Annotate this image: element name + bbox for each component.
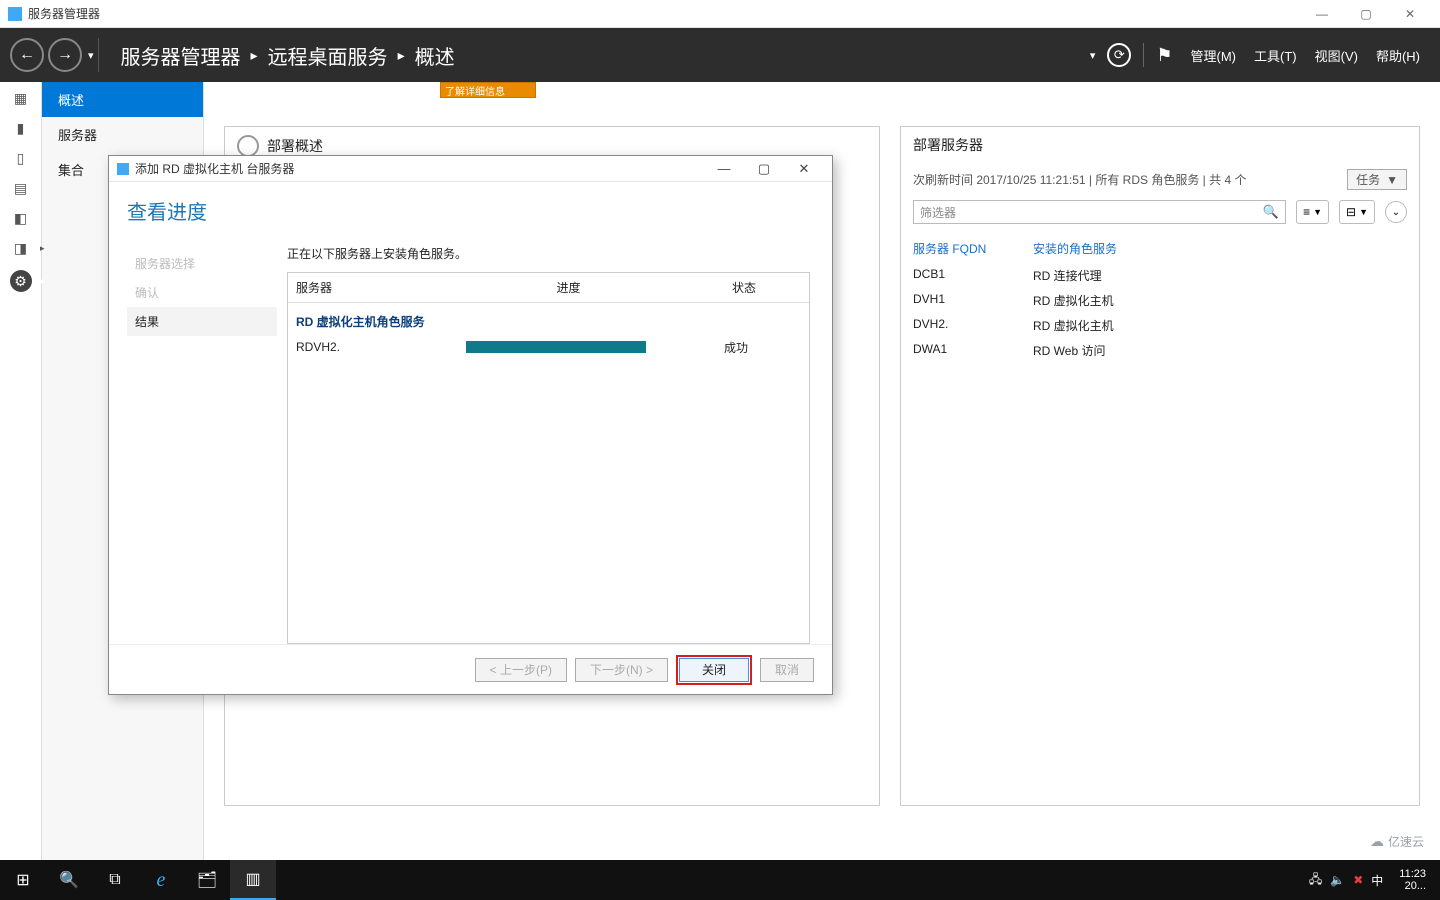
wizard-close-highlight: 关闭 (676, 655, 752, 685)
wizard-role-heading: RD 虚拟化主机角色服务 (296, 313, 801, 330)
deployment-servers-panel: 部署服务器 次刷新时间 2017/10/25 11:21:51 | 所有 RDS… (900, 126, 1420, 806)
taskbar: ⊞ 🔍 ⧉ e 🗂 ▥ 🖧 🔈 ✖ 中 11:2320... (0, 860, 1440, 900)
view-pill-1[interactable]: ≡▼ (1296, 200, 1329, 224)
explorer-icon[interactable]: 🗂 (184, 860, 230, 900)
wiz-col-progress: 进度 (458, 273, 679, 302)
info-banner-fragment[interactable]: 了解详细信息 (440, 82, 536, 98)
rail-hyperv-icon[interactable]: ◧ (11, 210, 31, 226)
tray-network-icon[interactable]: 🖧 (1309, 870, 1322, 891)
wizard-step-results: 结果 (127, 307, 277, 336)
taskbar-search-icon[interactable]: 🔍 (46, 860, 92, 900)
tray-ime[interactable]: 中 (1371, 872, 1383, 889)
start-button[interactable]: ⊞ (0, 860, 46, 900)
col-fqdn[interactable]: 服务器 FQDN (913, 240, 1033, 257)
table-row[interactable]: DVH2.RD 虚拟化主机 (913, 313, 1407, 338)
col-role[interactable]: 安装的角色服务 (1033, 240, 1117, 257)
table-row[interactable]: DVH1RD 虚拟化主机 (913, 288, 1407, 313)
header-menu: 管理(M) 工具(T) 视图(V) 帮助(H) (1191, 46, 1421, 65)
crumb-sep-icon: ▸ (251, 47, 258, 64)
rail-dashboard-icon[interactable]: ▦ (11, 90, 31, 106)
nav-forward-button[interactable]: → (48, 38, 82, 72)
view-pill-2[interactable]: ⊟▼ (1339, 200, 1375, 224)
panel-icon (237, 135, 259, 157)
window-title: 服务器管理器 (28, 5, 100, 22)
panel-left-title: 部署概述 (267, 136, 323, 156)
app-icon (8, 7, 22, 21)
wizard-status: 成功 (671, 339, 801, 356)
header-icons: ▾ ⟳ ⚑ (1090, 43, 1173, 67)
wizard-message: 正在以下服务器上安装角色服务。 (287, 245, 810, 262)
menu-tools[interactable]: 工具(T) (1254, 46, 1297, 65)
wiz-col-server: 服务器 (288, 273, 458, 302)
wizard-maximize-button[interactable]: ▢ (744, 161, 784, 177)
wizard-step-confirm: 确认 (127, 278, 277, 307)
tray-volume-icon[interactable]: 🔈 (1330, 873, 1345, 887)
wiz-col-status: 状态 (679, 273, 809, 302)
menu-view[interactable]: 视图(V) (1315, 46, 1358, 65)
close-button[interactable]: ✕ (1388, 0, 1432, 28)
wizard-step-server-select: 服务器选择 (127, 249, 277, 278)
search-icon[interactable]: 🔍 (1263, 204, 1279, 220)
crumb-root[interactable]: 服务器管理器 (121, 41, 241, 70)
server-manager-taskbar-icon[interactable]: ▥ (230, 860, 276, 900)
task-view-icon[interactable]: ⧉ (92, 860, 138, 900)
wizard-steps: 服务器选择 确认 结果 (127, 235, 277, 644)
wizard-server-name: RDVH2. (296, 336, 466, 358)
tray-alert-icon[interactable]: ✖ (1353, 873, 1363, 887)
expand-icon[interactable]: ⌄ (1385, 201, 1407, 223)
wizard-icon (117, 163, 129, 175)
wizard-footer: < 上一步(P) 下一步(N) > 关闭 取消 (109, 644, 832, 694)
nav-arrows: ← → ▾ (0, 28, 103, 82)
header-dropdown-icon[interactable]: ▾ (1090, 49, 1096, 62)
header-bar: ← → ▾ 服务器管理器 ▸ 远程桌面服务 ▸ 概述 ▾ ⟳ ⚑ 管理(M) 工… (0, 28, 1440, 82)
rail-local-icon[interactable]: ▮ (11, 120, 31, 136)
sidebar-item-overview[interactable]: 概述 (42, 82, 203, 117)
wizard-close-x-button[interactable]: ✕ (784, 161, 824, 177)
sidebar-item-servers[interactable]: 服务器 (42, 117, 203, 152)
panel-right-title: 部署服务器 (913, 135, 983, 155)
refresh-icon[interactable]: ⟳ (1107, 43, 1131, 67)
wizard-server-row: RDVH2. 成功 (296, 336, 801, 358)
tasks-dropdown[interactable]: 任务▼ (1347, 169, 1407, 190)
rail-all-icon[interactable]: ▯ (11, 150, 31, 166)
crumb-overview[interactable]: 概述 (415, 41, 455, 70)
menu-manage[interactable]: 管理(M) (1191, 46, 1237, 65)
window-titlebar: 服务器管理器 — ▢ ✕ (0, 0, 1440, 28)
menu-help[interactable]: 帮助(H) (1376, 46, 1420, 65)
icon-rail: ▦ ▮ ▯ ▤ ◧ ◨▸ ⚙▸ (0, 82, 42, 860)
filter-placeholder: 筛选器 (920, 204, 956, 221)
table-row[interactable]: DCB1RD 连接代理 (913, 263, 1407, 288)
watermark: ☁亿速云 (1360, 827, 1434, 856)
ie-icon[interactable]: e (138, 860, 184, 900)
rail-file-icon[interactable]: ▤ (11, 180, 31, 196)
wizard-results-table: 服务器 进度 状态 RD 虚拟化主机角色服务 RDVH2. 成功 (287, 272, 810, 644)
nav-dropdown-icon[interactable]: ▾ (88, 49, 94, 62)
wizard-titlebar: 添加 RD 虚拟化主机 台服务器 — ▢ ✕ (109, 156, 832, 182)
wizard-cancel-button: 取消 (760, 658, 814, 682)
system-tray: 🖧 🔈 ✖ 中 11:2320... (1309, 868, 1440, 892)
crumb-sep-icon: ▸ (398, 47, 405, 64)
minimize-button[interactable]: — (1300, 0, 1344, 28)
wizard-minimize-button[interactable]: — (704, 161, 744, 176)
table-row[interactable]: DWA1RD Web 访问 (913, 338, 1407, 363)
wizard-close-button[interactable]: 关闭 (679, 658, 749, 682)
wizard-next-button: 下一步(N) > (575, 658, 668, 682)
add-rdvh-wizard: 添加 RD 虚拟化主机 台服务器 — ▢ ✕ 查看进度 服务器选择 确认 结果 … (108, 155, 833, 695)
progress-bar (466, 341, 646, 353)
filter-input[interactable]: 筛选器 🔍 (913, 200, 1286, 224)
rail-selected-icon[interactable]: ⚙▸ (10, 270, 32, 292)
wizard-subtitle: 查看进度 (109, 182, 832, 235)
tray-clock[interactable]: 11:2320... (1391, 868, 1434, 892)
panel-right-subtitle: 次刷新时间 2017/10/25 11:21:51 | 所有 RDS 角色服务 … (913, 171, 1246, 188)
wizard-title: 添加 RD 虚拟化主机 台服务器 (135, 160, 294, 177)
crumb-rds[interactable]: 远程桌面服务 (268, 41, 388, 70)
wizard-prev-button: < 上一步(P) (475, 658, 567, 682)
rail-rds-icon[interactable]: ◨▸ (11, 240, 31, 256)
breadcrumb: 服务器管理器 ▸ 远程桌面服务 ▸ 概述 (121, 41, 455, 70)
nav-back-button[interactable]: ← (10, 38, 44, 72)
maximize-button[interactable]: ▢ (1344, 0, 1388, 28)
notifications-flag-icon[interactable]: ⚑ (1156, 45, 1172, 66)
